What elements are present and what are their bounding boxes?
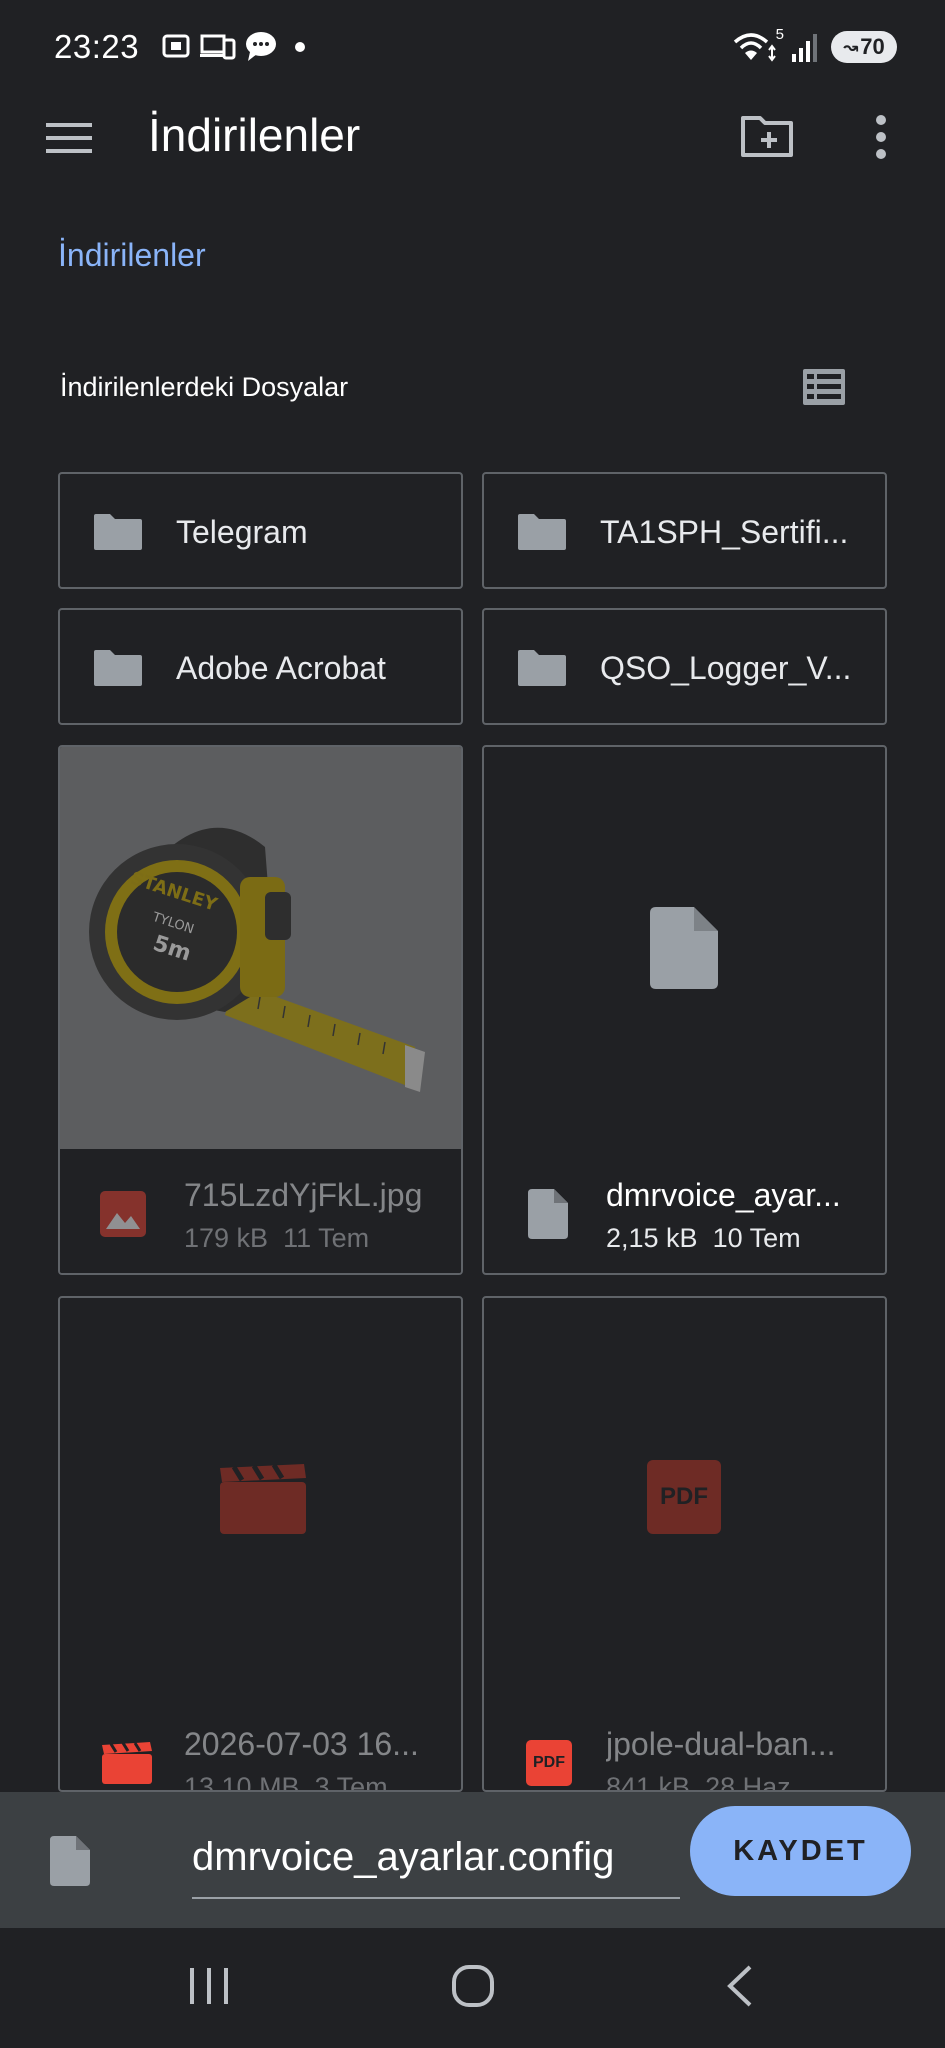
video-icon [102, 1742, 152, 1784]
folder-icon [94, 650, 142, 686]
screenshot-icon [162, 34, 190, 58]
file-name: 2026-07-03 16... [184, 1726, 419, 1762]
dot-icon [295, 42, 305, 52]
more-vert-icon [876, 115, 886, 159]
wifi-badge: 5 [775, 26, 784, 43]
file-type-icon [50, 1836, 90, 1886]
home-button[interactable] [451, 1964, 495, 2013]
folder-icon [518, 514, 566, 550]
tape-measure-image: STANLEY TYLON 5m [89, 827, 425, 1092]
video-thumbnail-icon [220, 1464, 306, 1534]
battery-level: 70 [860, 34, 885, 59]
new-folder-button[interactable] [740, 112, 794, 163]
file-name: jpole-dual-ban... [606, 1726, 836, 1762]
folder-name: TA1SPH_Sertifi... [600, 514, 849, 550]
folder-icon [518, 650, 566, 686]
file-details: 179 kB 11 Tem [184, 1223, 369, 1254]
save-button[interactable]: KAYDET [690, 1806, 911, 1896]
file-size: 13,10 MB [184, 1772, 300, 1792]
signal-icon [792, 34, 817, 62]
folder-name: QSO_Logger_V... [600, 650, 852, 686]
breadcrumb[interactable]: İndirilenler [58, 237, 206, 274]
recent-apps-button[interactable] [188, 1966, 230, 2011]
file-name: 715LzdYjFkL.jpg [184, 1177, 423, 1213]
file-size: 179 kB [184, 1223, 269, 1253]
file-size: 841 kB [606, 1772, 691, 1792]
folder-name: Telegram [176, 514, 308, 550]
notification-icons [160, 30, 310, 62]
pdf-icon: PDF [526, 1740, 572, 1786]
status-right: 5 ↝ 70 [733, 26, 897, 64]
folder-card[interactable]: Telegram [58, 472, 463, 589]
folder-icon [94, 514, 142, 550]
status-time: 23:23 [54, 28, 140, 65]
file-date: 3 Tem [314, 1772, 388, 1792]
wifi-icon [733, 33, 776, 62]
file-info: dmrvoice_ayar... 2,15 kB 10 Tem [484, 1149, 885, 1273]
list-view-toggle[interactable] [802, 368, 846, 411]
file-date: 28 Haz [705, 1772, 791, 1792]
devices-icon [200, 34, 236, 60]
file-card[interactable]: dmrvoice_ayar... 2,15 kB 10 Tem [482, 745, 887, 1275]
section-title: İndirilenlerdeki Dosyalar [60, 372, 349, 402]
back-button[interactable] [724, 1964, 754, 2013]
file-card[interactable]: PDF PDF jpole-dual-ban... 841 kB 28 Haz [482, 1296, 887, 1792]
folder-card[interactable]: Adobe Acrobat [58, 608, 463, 725]
battery-indicator: ↝ 70 [831, 31, 897, 63]
filename-input[interactable]: dmrvoice_ayarlar.config [192, 1827, 680, 1899]
file-card[interactable]: 2026-07-03 16... 13,10 MB 3 Tem [58, 1296, 463, 1792]
file-name: dmrvoice_ayar... [606, 1177, 841, 1213]
file-date: 10 Tem [712, 1223, 801, 1253]
page-title: İndirilenler [148, 109, 361, 161]
folder-card[interactable]: TA1SPH_Sertifi... [482, 472, 887, 589]
folder-card[interactable]: QSO_Logger_V... [482, 608, 887, 725]
file-date: 11 Tem [283, 1223, 370, 1253]
file-details: 841 kB 28 Haz [606, 1772, 791, 1792]
image-icon [100, 1191, 146, 1237]
menu-button[interactable] [46, 120, 92, 161]
folder-name: Adobe Acrobat [176, 650, 386, 686]
more-options-button[interactable] [870, 114, 892, 165]
file-icon [528, 1189, 568, 1239]
file-details: 2,15 kB 10 Tem [606, 1223, 801, 1254]
charging-icon: ↝ [843, 36, 859, 57]
recents-icon [190, 1968, 228, 2004]
file-thumbnail-icon [650, 907, 718, 989]
chat-icon [246, 32, 276, 61]
file-info: 715LzdYjFkL.jpg 179 kB 11 Tem [60, 1149, 461, 1273]
file-card[interactable]: STANLEY TYLON 5m 715LzdYjFkL.jpg 179 kB … [58, 745, 463, 1275]
image-thumbnail: STANLEY TYLON 5m [60, 747, 461, 1149]
home-icon [452, 1965, 494, 2007]
view-list-icon [803, 369, 845, 405]
create-new-folder-icon [741, 116, 793, 157]
file-info: PDF jpole-dual-ban... 841 kB 28 Haz [484, 1698, 885, 1792]
pdf-thumbnail-icon: PDF [647, 1460, 721, 1534]
file-details: 13,10 MB 3 Tem [184, 1772, 388, 1792]
hamburger-menu-icon [46, 123, 92, 153]
back-icon [727, 1965, 752, 2007]
file-size: 2,15 kB [606, 1223, 698, 1253]
file-info: 2026-07-03 16... 13,10 MB 3 Tem [60, 1698, 461, 1792]
